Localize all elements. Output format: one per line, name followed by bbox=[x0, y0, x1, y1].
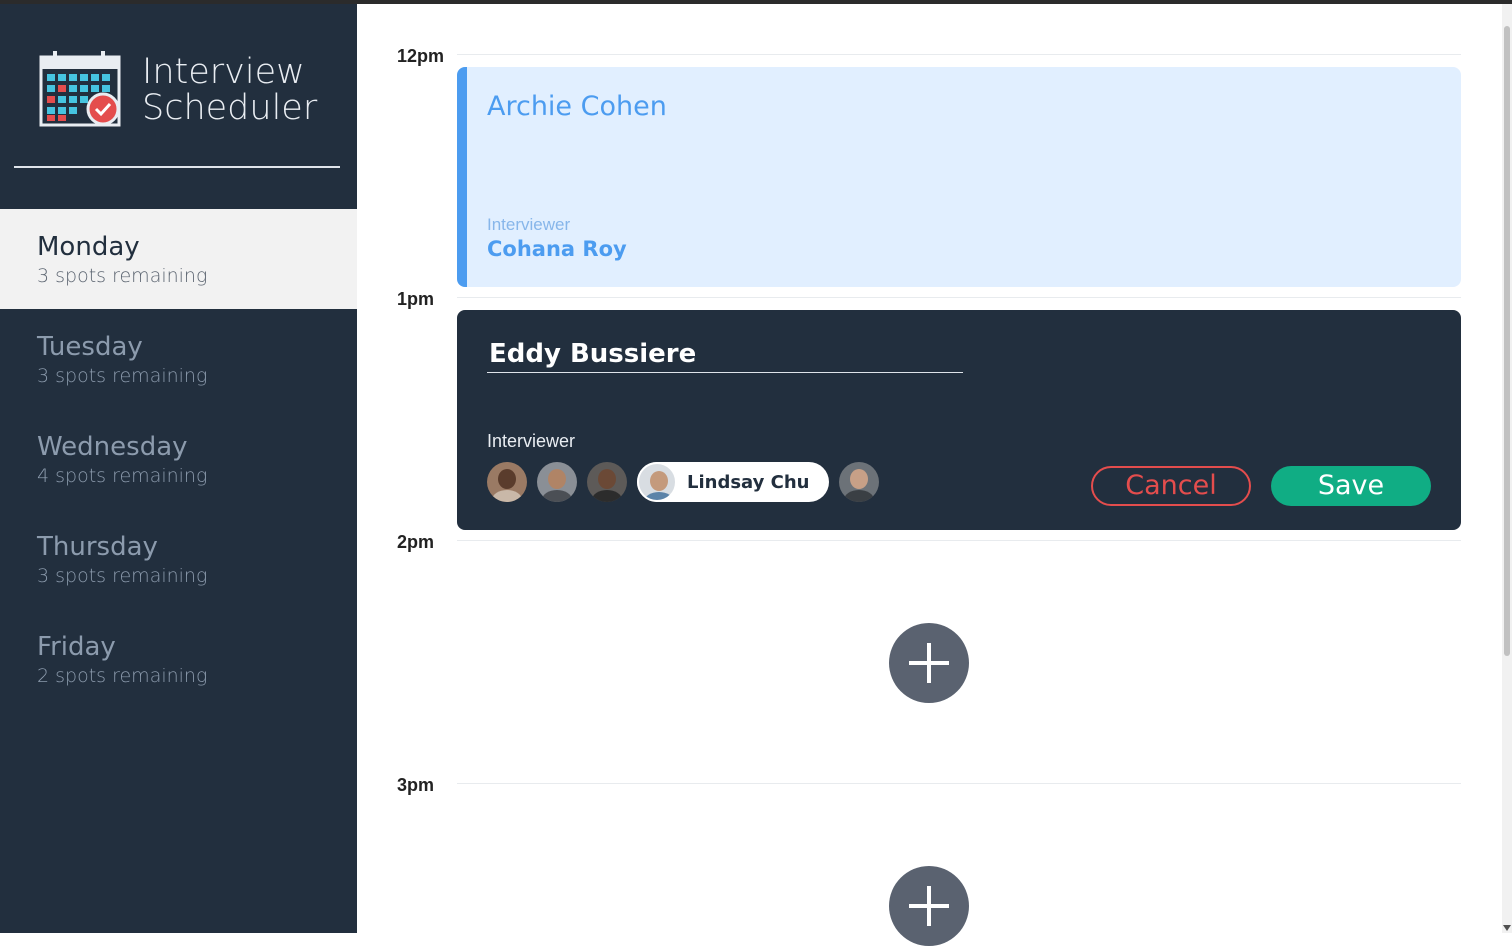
day-spots: 2 spots remaining bbox=[37, 665, 208, 687]
day-item-wednesday[interactable]: Wednesday 4 spots remaining bbox=[0, 409, 357, 509]
appointment-form: Interviewer Lindsay Chu Cancel Save bbox=[457, 310, 1461, 530]
app-title: Interview Scheduler bbox=[142, 54, 317, 126]
sidebar: Interview Scheduler Monday 3 spots remai… bbox=[0, 4, 357, 933]
app-title-line1: Interview bbox=[142, 52, 305, 92]
appointment-interviewer-label: Interviewer bbox=[487, 215, 571, 234]
day-list: Monday 3 spots remaining Tuesday 3 spots… bbox=[0, 209, 357, 709]
day-name: Monday bbox=[37, 232, 140, 262]
interviewer-avatar[interactable] bbox=[587, 462, 627, 502]
interviewer-avatar bbox=[637, 462, 677, 502]
time-label-12pm: 12pm bbox=[397, 46, 445, 66]
day-spots: 4 spots remaining bbox=[37, 465, 208, 487]
scrollbar-thumb[interactable] bbox=[1504, 26, 1510, 656]
interviewer-avatar[interactable] bbox=[839, 462, 880, 502]
day-name: Thursday bbox=[37, 532, 158, 562]
day-item-monday[interactable]: Monday 3 spots remaining bbox=[0, 209, 357, 309]
appointment-student-name: Archie Cohen bbox=[487, 91, 667, 122]
schedule: 12pm Archie Cohen Interviewer Cohana Roy… bbox=[357, 4, 1502, 946]
hour-separator bbox=[457, 297, 1461, 298]
selected-interviewer-name: Lindsay Chu bbox=[687, 471, 810, 493]
interviewer-list: Lindsay Chu bbox=[487, 462, 889, 502]
day-name: Tuesday bbox=[37, 332, 143, 362]
save-button[interactable]: Save bbox=[1271, 466, 1431, 506]
app-title-line2: Scheduler bbox=[142, 88, 318, 128]
scrollbar[interactable] bbox=[1502, 4, 1512, 933]
hour-separator bbox=[457, 783, 1461, 784]
day-item-thursday[interactable]: Thursday 3 spots remaining bbox=[0, 509, 357, 609]
day-name: Wednesday bbox=[37, 432, 188, 462]
interviewer-selected-chip[interactable]: Lindsay Chu bbox=[637, 462, 830, 502]
time-label-2pm: 2pm bbox=[397, 532, 435, 552]
cancel-button[interactable]: Cancel bbox=[1091, 466, 1251, 506]
hour-separator bbox=[457, 54, 1461, 55]
appointment-show: Archie Cohen Interviewer Cohana Roy bbox=[457, 67, 1461, 287]
add-appointment-button[interactable] bbox=[889, 623, 969, 703]
time-label-3pm: 3pm bbox=[397, 775, 435, 795]
add-appointment-button[interactable] bbox=[889, 866, 969, 946]
interviewer-list-label: Interviewer bbox=[487, 431, 576, 451]
calendar-check-icon bbox=[39, 49, 123, 132]
day-spots: 3 spots remaining bbox=[37, 565, 208, 587]
day-spots: 3 spots remaining bbox=[37, 265, 208, 287]
scroll-down-arrow-icon[interactable] bbox=[1503, 925, 1511, 931]
day-spots: 3 spots remaining bbox=[37, 365, 208, 387]
day-item-tuesday[interactable]: Tuesday 3 spots remaining bbox=[0, 309, 357, 409]
appointment-interviewer-name: Cohana Roy bbox=[487, 237, 627, 261]
day-name: Friday bbox=[37, 632, 116, 662]
interviewer-avatar[interactable] bbox=[537, 462, 577, 502]
interviewer-avatar[interactable] bbox=[487, 462, 527, 502]
day-item-friday[interactable]: Friday 2 spots remaining bbox=[0, 609, 357, 709]
hour-separator bbox=[457, 540, 1461, 541]
time-label-1pm: 1pm bbox=[397, 289, 435, 309]
student-name-input[interactable] bbox=[487, 336, 963, 373]
sidebar-divider bbox=[14, 166, 340, 168]
